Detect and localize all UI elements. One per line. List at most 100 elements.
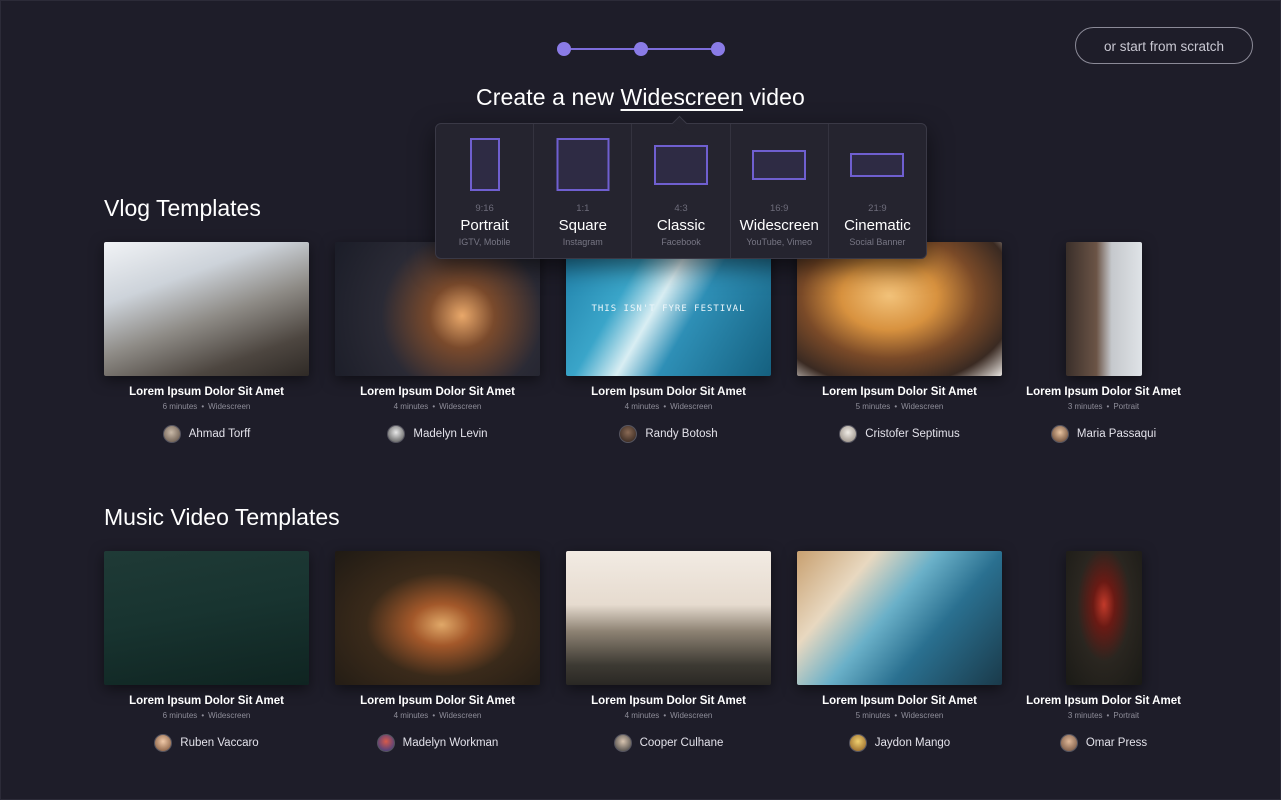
author-name: Ahmad Torff [188,428,251,440]
start-from-scratch-button[interactable]: or start from scratch [1075,27,1253,64]
template-meta: 4 minutes • Widescreen [322,711,553,720]
meta-separator: • [1106,711,1110,720]
cinematic-frame-icon [850,153,905,177]
template-format: Portrait [1113,402,1140,411]
template-author[interactable]: Madelyn Workman [322,734,553,752]
template-thumbnail-coffee-dripper[interactable] [1065,551,1142,685]
author-avatar [154,734,173,752]
template-author[interactable]: Maria Passaqui [988,425,1219,443]
author-name: Cooper Culhane [639,737,724,749]
format-option-portrait[interactable]: 9:16 Portrait IGTV, Mobile [436,124,533,258]
template-thumbnail-synthesizer[interactable] [797,551,1002,685]
template-thumbnail-mushroom[interactable] [335,551,540,685]
format-option-cinematic[interactable]: 21:9 Cinematic Social Banner [827,124,926,258]
template-author[interactable]: Jaydon Mango [784,734,1015,752]
template-author[interactable]: Cristofer Septimus [784,425,1015,443]
author-name: Cristofer Septimus [865,428,960,440]
template-duration: 5 minutes [855,402,891,411]
template-author[interactable]: Randy Botosh [553,425,784,443]
template-card[interactable]: Lorem Ipsum Dolor Sit Amet 5 minutes • Wid… [784,242,1015,443]
format-selector-link[interactable]: Widescreen [621,84,743,110]
template-duration: 6 minutes [162,711,198,720]
meta-separator: • [432,711,436,720]
author-avatar [162,425,181,443]
template-duration: 4 minutes [393,711,429,720]
template-title: Lorem Ipsum Dolor Sit Amet [129,386,284,398]
author-name: Madelyn Workman [402,737,499,749]
step-dot-3[interactable] [711,42,725,56]
format-platforms: YouTube, Vimeo [746,237,813,247]
author-name: Maria Passaqui [1076,428,1157,440]
template-thumbnail-pastry[interactable] [797,242,1002,376]
format-platforms: Instagram [562,237,603,247]
template-card[interactable]: Lorem Ipsum Dolor Sit Amet 4 minutes • Wid… [322,551,553,752]
template-card[interactable]: Lorem Ipsum Dolor Sit Amet 5 minutes • Wid… [784,551,1015,752]
template-author[interactable]: Madelyn Levin [322,425,553,443]
widescreen-frame-icon [752,150,807,180]
template-duration: 5 minutes [855,711,891,720]
template-author[interactable]: Cooper Culhane [553,734,784,752]
template-format: Widescreen [439,402,482,411]
format-platforms: Facebook [661,237,701,247]
author-avatar [619,425,638,443]
template-thumbnail-foggy-forest[interactable] [566,551,771,685]
format-popup: 9:16 Portrait IGTV, Mobile 1:1 Square In… [435,123,927,259]
format-name: Classic [656,217,706,234]
template-format: Portrait [1113,711,1140,720]
template-thumbnail-ocean-aerial[interactable]: THIS ISN'T FYRE FESTIVAL [566,242,771,376]
author-avatar [848,734,867,752]
section-title-vlog: Vlog Templates [104,195,261,221]
meta-separator: • [663,402,667,411]
author-name: Ruben Vaccaro [180,737,259,749]
template-title: Lorem Ipsum Dolor Sit Amet [822,386,977,398]
format-option-square[interactable]: 1:1 Square Instagram [533,124,631,258]
template-card[interactable]: Lorem Ipsum Dolor Sit Amet 3 minutes • Por… [988,242,1219,443]
template-title: Lorem Ipsum Dolor Sit Amet [1026,386,1181,398]
format-ratio: 9:16 [475,203,494,214]
template-thumbnail-surfers-aerial[interactable] [104,551,309,685]
template-author[interactable]: Ruben Vaccaro [91,734,322,752]
format-name: Cinematic [844,217,911,234]
template-card[interactable]: Lorem Ipsum Dolor Sit Amet 3 minutes • Por… [988,551,1219,752]
template-thumbnail-woman-portrait[interactable] [1065,242,1142,376]
author-avatar [613,734,632,752]
author-name: Madelyn Levin [413,428,488,440]
template-card[interactable]: Lorem Ipsum Dolor Sit Amet 4 minutes • Wid… [322,242,553,443]
stepper-line [564,48,640,50]
format-option-classic[interactable]: 4:3 Classic Facebook [631,124,729,258]
page-title: Create a new Widescreen video [0,84,1281,111]
template-title: Lorem Ipsum Dolor Sit Amet [822,695,977,707]
template-card[interactable]: Lorem Ipsum Dolor Sit Amet 6 minutes • Wid… [91,551,322,752]
stepper-line [640,48,716,50]
template-thumbnail-friends-party[interactable] [104,242,309,376]
meta-separator: • [432,402,436,411]
template-title: Lorem Ipsum Dolor Sit Amet [360,386,515,398]
template-author[interactable]: Ahmad Torff [91,425,322,443]
format-ratio: 21:9 [868,203,887,214]
author-name: Omar Press [1085,737,1148,749]
template-title: Lorem Ipsum Dolor Sit Amet [591,386,746,398]
template-duration: 3 minutes [1067,402,1103,411]
template-meta: 3 minutes • Portrait [988,402,1219,411]
template-title: Lorem Ipsum Dolor Sit Amet [591,695,746,707]
step-dot-1[interactable] [557,42,571,56]
template-meta: 4 minutes • Widescreen [322,402,553,411]
format-option-widescreen[interactable]: 16:9 Widescreen YouTube, Vimeo [729,124,828,258]
author-avatar [1059,734,1078,752]
format-ratio: 4:3 [674,203,688,214]
template-card[interactable]: Lorem Ipsum Dolor Sit Amet 4 minutes • Wid… [553,551,784,752]
template-duration: 4 minutes [393,402,429,411]
section-title-music: Music Video Templates [104,504,340,530]
template-thumbnail-birthday-cake[interactable] [335,242,540,376]
template-meta: 5 minutes • Widescreen [784,711,1015,720]
template-duration: 6 minutes [162,402,198,411]
step-dot-2[interactable] [634,42,648,56]
template-format: Widescreen [901,402,944,411]
template-author[interactable]: Omar Press [988,734,1219,752]
template-format: Widescreen [670,402,713,411]
template-card[interactable]: Lorem Ipsum Dolor Sit Amet 6 minutes • Wid… [91,242,322,443]
format-ratio: 16:9 [769,203,789,214]
template-card[interactable]: THIS ISN'T FYRE FESTIVAL Lorem Ipsum Dol… [553,242,784,443]
square-frame-icon [556,138,610,191]
author-avatar [376,734,395,752]
